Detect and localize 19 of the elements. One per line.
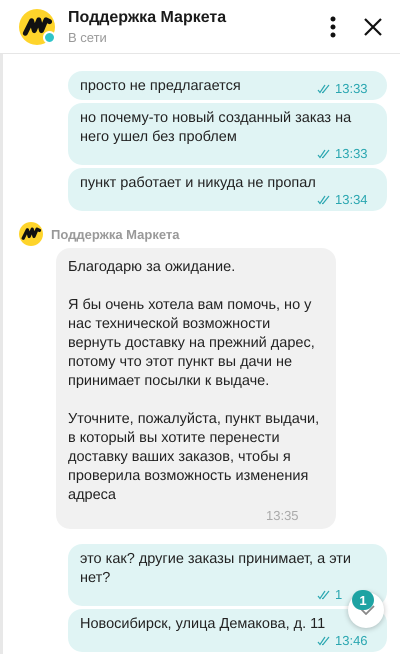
sender-name: Поддержка Маркета — [51, 226, 180, 242]
more-icon — [330, 16, 336, 38]
message-time: 13:46 — [335, 634, 368, 648]
message-time: 1 — [335, 588, 342, 602]
message-text: это как? другие заказы принимает, а эти нет? — [80, 550, 352, 588]
chat-title: Поддержка Маркета — [68, 8, 228, 26]
message-text: просто не предлагается — [80, 77, 241, 96]
logo-icon — [19, 222, 43, 246]
logo-icon — [19, 8, 55, 44]
message-text: Новосибирск, улица Демакова, д. 11 — [80, 615, 326, 634]
message-text: Благодарю за ожидание. Я бы очень хотела вам помочь, но у нас технической возможности вернуть доставку на прежний дарес, потому что этот пункт вы дачи не принимает посылки к выдаче. Уточните, пожалуйста, пункт выдачи, в который вы хотите перенести доставку ваших заказов, чтобы я проверила возможность изменения адреса — [68, 258, 320, 505]
message-time: 13:33 — [335, 147, 368, 161]
message-time: 13:35 — [266, 509, 299, 523]
message-time: 13:33 — [335, 82, 368, 96]
message-text: пункт работает и никуда не пропал — [80, 174, 316, 193]
close-icon — [364, 18, 382, 36]
message-text: но почему-то новый созданный заказ на него ушел без проблем — [80, 109, 352, 147]
message-time: 13:34 — [335, 193, 368, 207]
status-text: В сети — [68, 30, 108, 44]
